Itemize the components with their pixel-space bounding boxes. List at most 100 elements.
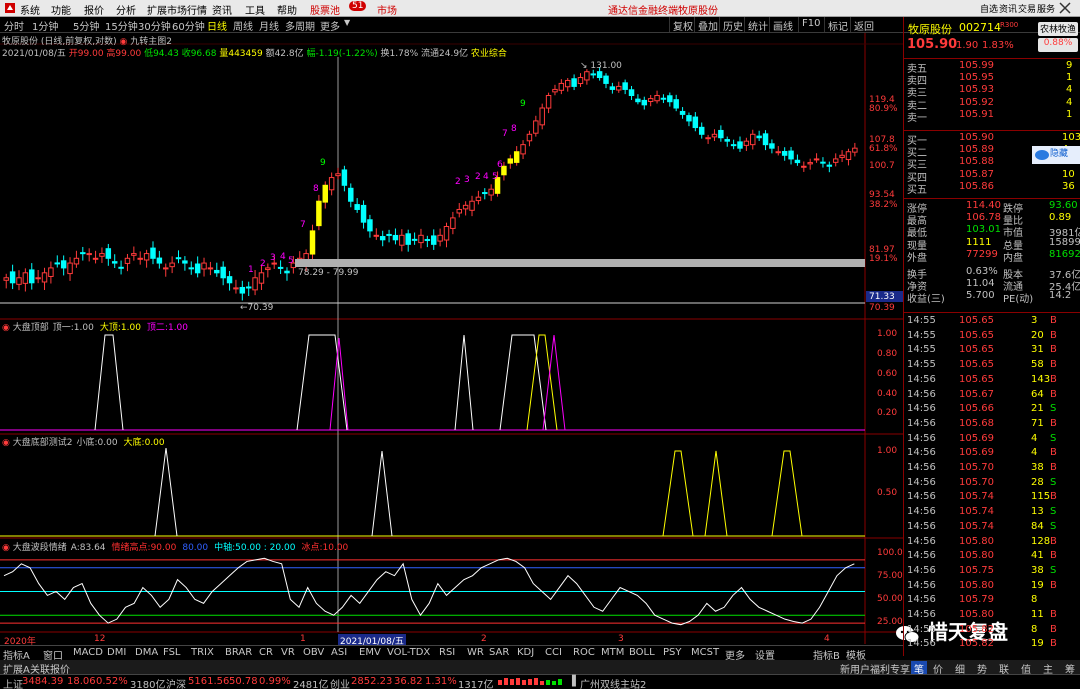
candle: [214, 269, 220, 274]
candle: [718, 129, 724, 139]
side-tab-3[interactable]: 服务: [1037, 2, 1056, 15]
tick-time: 14:56: [907, 388, 936, 400]
panel-item-label: 情绪高点:: [111, 543, 151, 553]
candle: [201, 262, 207, 270]
candle: [316, 200, 322, 227]
stock-pool-button[interactable]: 股票池: [310, 2, 340, 17]
market-button[interactable]: 市场: [377, 2, 397, 17]
indicator-tab-23[interactable]: MCST: [691, 647, 719, 658]
tick-direction: B: [1050, 535, 1057, 547]
indicator-tab-21[interactable]: BOLL: [629, 647, 655, 658]
side-tab-strip: 自选 资讯 交易 服务: [980, 0, 1080, 16]
sector-tag[interactable]: 农林牧渔: [1038, 22, 1078, 36]
bid-volume: 10: [1062, 168, 1075, 180]
panel-title[interactable]: 大盘底部测试2: [13, 438, 73, 448]
panel-switch-icon[interactable]: ◉: [2, 438, 13, 448]
sh-amount: 3180亿: [130, 680, 166, 689]
menu-tools[interactable]: 工具: [245, 2, 265, 17]
candle: [379, 236, 386, 241]
indicator-tab-13[interactable]: VOL-TDX: [387, 647, 430, 658]
panel-switch-icon[interactable]: ◉: [2, 543, 13, 553]
candle: [705, 137, 711, 140]
cy-value: 2852.23: [351, 676, 393, 687]
bid-volume: 103: [1062, 132, 1080, 143]
indicator-tab-7[interactable]: BRAR: [225, 647, 252, 658]
stats-button[interactable]: 统计: [744, 17, 771, 33]
period-60min[interactable]: 60分钟: [172, 18, 205, 33]
period-30min[interactable]: 30分钟: [138, 18, 171, 33]
indicator-tab-20[interactable]: MTM: [601, 647, 624, 658]
period-more[interactable]: 更多: [320, 18, 340, 33]
menu-news[interactable]: 资讯: [212, 2, 232, 17]
indicator-tab-3[interactable]: DMI: [107, 647, 126, 658]
indicator-tab-4[interactable]: DMA: [135, 647, 158, 658]
indicator-tab-11[interactable]: ASI: [331, 647, 347, 658]
indicator-tab-19[interactable]: ROC: [573, 647, 595, 658]
period-1min[interactable]: 1分钟: [32, 18, 58, 33]
panel-title[interactable]: 大盘顶部: [13, 323, 49, 333]
indicator-tab-22[interactable]: PSY: [663, 647, 682, 658]
indicator-tab-8[interactable]: CR: [259, 647, 273, 658]
fold-widget[interactable]: 隐藏: [1032, 146, 1080, 164]
indicator-tab-12[interactable]: EMV: [359, 647, 381, 658]
tick-price: 105.69: [959, 447, 994, 459]
cy-change: 36.82: [394, 676, 423, 687]
back-button[interactable]: 返回: [850, 17, 877, 33]
panel-axis-label: 0.20: [877, 408, 898, 418]
indicator-tab-14[interactable]: RSI: [439, 647, 455, 658]
period-multi[interactable]: 多周期: [285, 18, 315, 33]
period-weekly[interactable]: 周线: [233, 18, 253, 33]
adjust-button[interactable]: 复权: [669, 17, 696, 33]
overlay-button[interactable]: 叠加: [694, 17, 721, 33]
mark-button[interactable]: 标记: [824, 17, 851, 33]
indicator-tab-5[interactable]: FSL: [163, 647, 181, 658]
tick-time: 14:55: [907, 315, 936, 326]
menu-function[interactable]: 功能: [51, 2, 71, 17]
indicator-tab-9[interactable]: VR: [281, 647, 295, 658]
menu-analysis[interactable]: 分析: [116, 2, 136, 17]
menu-system[interactable]: 系统: [20, 2, 40, 17]
indicator-tab-16[interactable]: SAR: [489, 647, 509, 658]
indicator-tab-6[interactable]: TRIX: [191, 647, 214, 658]
candle: [239, 286, 246, 294]
period-minute[interactable]: 分时: [4, 18, 24, 33]
f10-button[interactable]: F10: [798, 17, 823, 32]
indicator-tab-18[interactable]: CCI: [545, 647, 562, 658]
period-daily[interactable]: 日线: [207, 18, 227, 33]
candle: [660, 97, 667, 100]
candle: [443, 225, 450, 241]
indicator-tab-15[interactable]: WR: [467, 647, 484, 658]
history-button[interactable]: 历史: [719, 17, 746, 33]
panel-title[interactable]: 大盘波段情绪: [13, 543, 67, 553]
period-5min[interactable]: 5分钟: [73, 18, 99, 33]
chevron-down-icon[interactable]: ▼: [344, 18, 350, 27]
side-tab-2[interactable]: 交易: [1018, 2, 1037, 15]
ohlc-high: 高99.00: [106, 49, 142, 59]
candle: [488, 188, 494, 196]
indicator-tab-2[interactable]: MACD: [73, 647, 103, 658]
tick-time: 14:56: [907, 462, 936, 473]
indicator-tab-10[interactable]: OBV: [303, 647, 324, 658]
indicator-tab-17[interactable]: KDJ: [517, 647, 534, 658]
tick-volume: 143: [1031, 373, 1051, 385]
candle: [437, 234, 443, 242]
period-monthly[interactable]: 月线: [259, 18, 279, 33]
side-tab-0[interactable]: 自选: [980, 2, 999, 15]
menu-help[interactable]: 帮助: [277, 2, 297, 17]
period-15min[interactable]: 15分钟: [105, 18, 138, 33]
menu-quote[interactable]: 报价: [84, 2, 104, 17]
tick-time: 14:56: [907, 520, 936, 532]
fold-label: 隐藏: [1050, 149, 1069, 159]
menu-ext-market[interactable]: 扩展市场行情: [147, 2, 207, 17]
draw-button[interactable]: 画线: [769, 17, 796, 33]
candle: [807, 162, 813, 165]
sz-amount: 2481亿: [293, 680, 329, 689]
panel-switch-icon[interactable]: ◉: [2, 323, 13, 333]
candle: [654, 95, 660, 102]
candle: [603, 75, 609, 84]
candle: [820, 161, 826, 164]
tick-price: 105.80: [959, 535, 994, 547]
kline-chart[interactable]: [0, 33, 903, 656]
side-tab-1[interactable]: 资讯: [999, 2, 1018, 15]
server-name[interactable]: 广州双线主站2: [580, 676, 646, 689]
